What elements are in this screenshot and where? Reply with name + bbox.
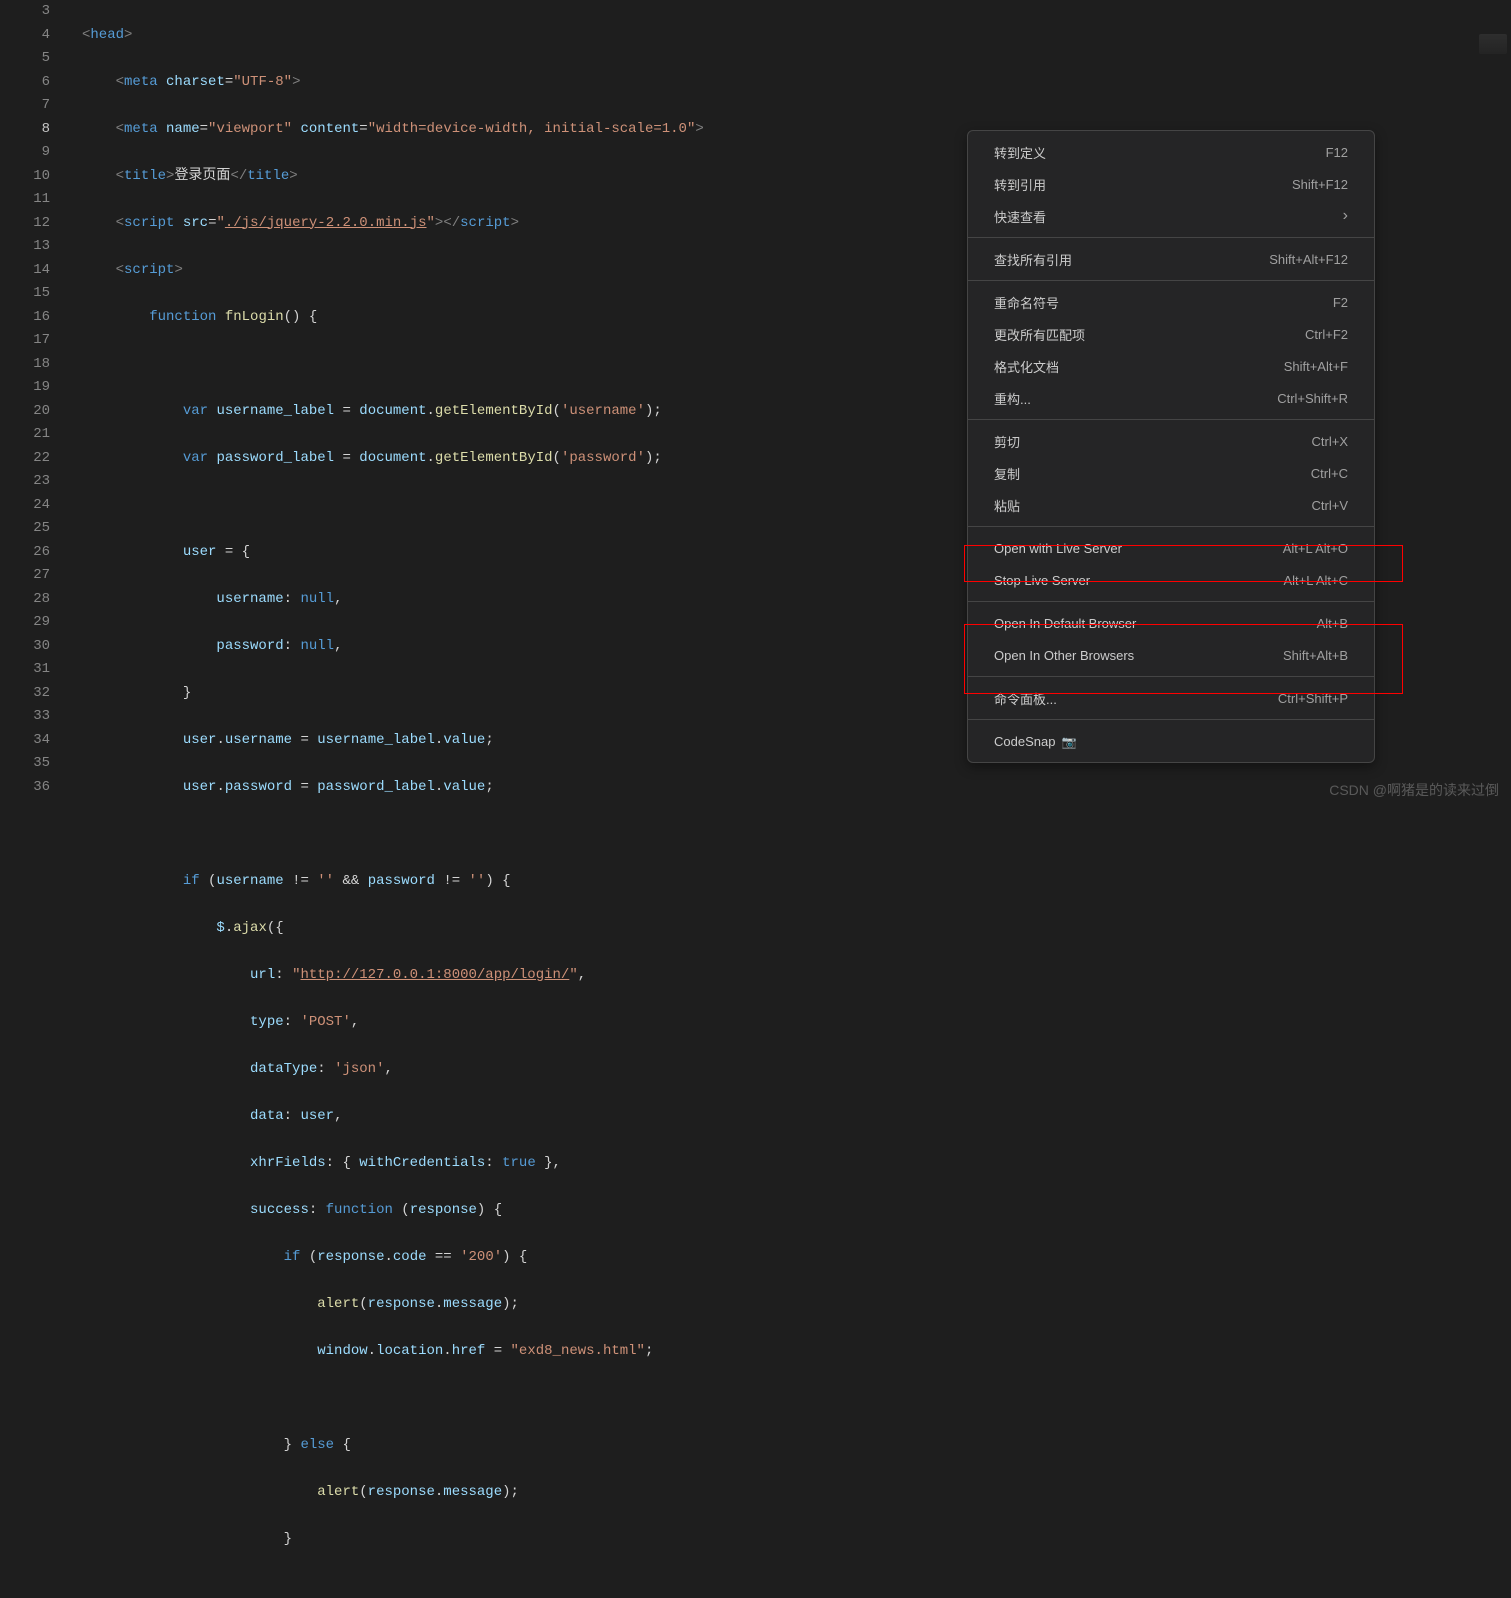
menu-item-label: 剪切 bbox=[994, 432, 1020, 451]
menu-item-shortcut: Ctrl+F2 bbox=[1305, 327, 1348, 342]
context-menu-item[interactable]: 格式化文档 Shift+Alt+F bbox=[968, 350, 1374, 382]
context-menu-item[interactable]: Open with Live Server Alt+L Alt+O bbox=[968, 532, 1374, 564]
line-number: 24 bbox=[0, 494, 50, 518]
menu-separator bbox=[968, 526, 1374, 527]
line-number: 8 bbox=[0, 118, 50, 142]
line-number: 10 bbox=[0, 165, 50, 189]
line-number: 12 bbox=[0, 212, 50, 236]
line-number: 15 bbox=[0, 282, 50, 306]
context-menu-item[interactable]: 粘贴 Ctrl+V bbox=[968, 489, 1374, 521]
menu-item-label: Open with Live Server bbox=[994, 541, 1122, 556]
line-number: 13 bbox=[0, 235, 50, 259]
line-number: 21 bbox=[0, 423, 50, 447]
line-number: 35 bbox=[0, 752, 50, 776]
line-number: 5 bbox=[0, 47, 50, 71]
menu-item-label: 重构... bbox=[994, 389, 1031, 408]
menu-item-shortcut: Ctrl+Shift+R bbox=[1277, 391, 1348, 406]
menu-separator bbox=[968, 419, 1374, 420]
menu-item-label: CodeSnap📷 bbox=[994, 734, 1076, 749]
menu-item-shortcut: Shift+Alt+F12 bbox=[1269, 252, 1348, 267]
context-menu-item[interactable]: 重命名符号 F2 bbox=[968, 286, 1374, 318]
context-menu-item[interactable]: 更改所有匹配项 Ctrl+F2 bbox=[968, 318, 1374, 350]
menu-item-label: Open In Default Browser bbox=[994, 616, 1136, 631]
menu-item-label: 命令面板... bbox=[994, 689, 1057, 708]
menu-item-label: Open In Other Browsers bbox=[994, 648, 1134, 663]
context-menu-item[interactable]: Stop Live Server Alt+L Alt+C bbox=[968, 564, 1374, 596]
menu-item-label: 转到定义 bbox=[994, 143, 1046, 162]
line-number: 22 bbox=[0, 447, 50, 471]
context-menu-item[interactable]: 重构... Ctrl+Shift+R bbox=[968, 382, 1374, 414]
line-number: 18 bbox=[0, 353, 50, 377]
line-number: 32 bbox=[0, 682, 50, 706]
menu-item-label: 重命名符号 bbox=[994, 293, 1059, 312]
menu-item-label: 格式化文档 bbox=[994, 357, 1059, 376]
menu-item-label: 粘贴 bbox=[994, 496, 1020, 515]
chevron-right-icon: › bbox=[1343, 207, 1348, 225]
line-number: 29 bbox=[0, 611, 50, 635]
minimap-icon bbox=[1479, 34, 1507, 54]
camera-icon: 📷 bbox=[1061, 735, 1076, 749]
line-number: 19 bbox=[0, 376, 50, 400]
menu-item-shortcut: F12 bbox=[1326, 145, 1348, 160]
context-menu-item[interactable]: 快速查看 › bbox=[968, 200, 1374, 232]
menu-item-label: 转到引用 bbox=[994, 175, 1046, 194]
line-number: 28 bbox=[0, 588, 50, 612]
menu-item-label: 快速查看 bbox=[994, 207, 1046, 226]
menu-separator bbox=[968, 237, 1374, 238]
line-number: 3 bbox=[0, 0, 50, 24]
menu-item-shortcut: Ctrl+V bbox=[1312, 498, 1348, 513]
menu-item-shortcut: Alt+L Alt+C bbox=[1283, 573, 1348, 588]
line-number: 23 bbox=[0, 470, 50, 494]
menu-separator bbox=[968, 601, 1374, 602]
line-number: 36 bbox=[0, 776, 50, 800]
line-number: 6 bbox=[0, 71, 50, 95]
menu-item-shortcut: Ctrl+C bbox=[1311, 466, 1348, 481]
line-number: 16 bbox=[0, 306, 50, 330]
context-menu-item[interactable]: 转到定义 F12 bbox=[968, 136, 1374, 168]
menu-item-shortcut: Ctrl+X bbox=[1312, 434, 1348, 449]
menu-item-label: Stop Live Server bbox=[994, 573, 1090, 588]
line-number: 34 bbox=[0, 729, 50, 753]
context-menu-item[interactable]: Open In Default Browser Alt+B bbox=[968, 607, 1374, 639]
line-number: 9 bbox=[0, 141, 50, 165]
line-number: 30 bbox=[0, 635, 50, 659]
menu-separator bbox=[968, 280, 1374, 281]
menu-separator bbox=[968, 719, 1374, 720]
line-number: 20 bbox=[0, 400, 50, 424]
menu-item-shortcut: Shift+F12 bbox=[1292, 177, 1348, 192]
context-menu-item[interactable]: 命令面板... Ctrl+Shift+P bbox=[968, 682, 1374, 714]
menu-item-shortcut: Shift+Alt+F bbox=[1284, 359, 1348, 374]
menu-item-label: 更改所有匹配项 bbox=[994, 325, 1085, 344]
line-number: 7 bbox=[0, 94, 50, 118]
menu-item-label: 查找所有引用 bbox=[994, 250, 1072, 269]
line-number: 31 bbox=[0, 658, 50, 682]
menu-item-shortcut: Ctrl+Shift+P bbox=[1278, 691, 1348, 706]
menu-item-shortcut: F2 bbox=[1333, 295, 1348, 310]
menu-separator bbox=[968, 676, 1374, 677]
line-number: 4 bbox=[0, 24, 50, 48]
context-menu-item[interactable]: 复制 Ctrl+C bbox=[968, 457, 1374, 489]
menu-item-shortcut: Shift+Alt+B bbox=[1283, 648, 1348, 663]
line-number: 33 bbox=[0, 705, 50, 729]
context-menu-item[interactable]: CodeSnap📷 bbox=[968, 725, 1374, 757]
context-menu-item[interactable]: 查找所有引用 Shift+Alt+F12 bbox=[968, 243, 1374, 275]
context-menu-item[interactable]: 剪切 Ctrl+X bbox=[968, 425, 1374, 457]
menu-item-label: 复制 bbox=[994, 464, 1020, 483]
line-number: 17 bbox=[0, 329, 50, 353]
menu-item-shortcut: Alt+B bbox=[1317, 616, 1348, 631]
line-number: 14 bbox=[0, 259, 50, 283]
context-menu-item[interactable]: Open In Other Browsers Shift+Alt+B bbox=[968, 639, 1374, 671]
context-menu-item[interactable]: 转到引用 Shift+F12 bbox=[968, 168, 1374, 200]
line-number: 26 bbox=[0, 541, 50, 565]
menu-item-shortcut: Alt+L Alt+O bbox=[1283, 541, 1348, 556]
line-number-gutter: 3456789101112131415161718192021222324252… bbox=[0, 0, 68, 806]
line-number: 25 bbox=[0, 517, 50, 541]
line-number: 27 bbox=[0, 564, 50, 588]
context-menu[interactable]: 转到定义 F12 转到引用 Shift+F12 快速查看 › 查找所有引用 Shift+Alt… bbox=[967, 130, 1375, 763]
line-number: 11 bbox=[0, 188, 50, 212]
